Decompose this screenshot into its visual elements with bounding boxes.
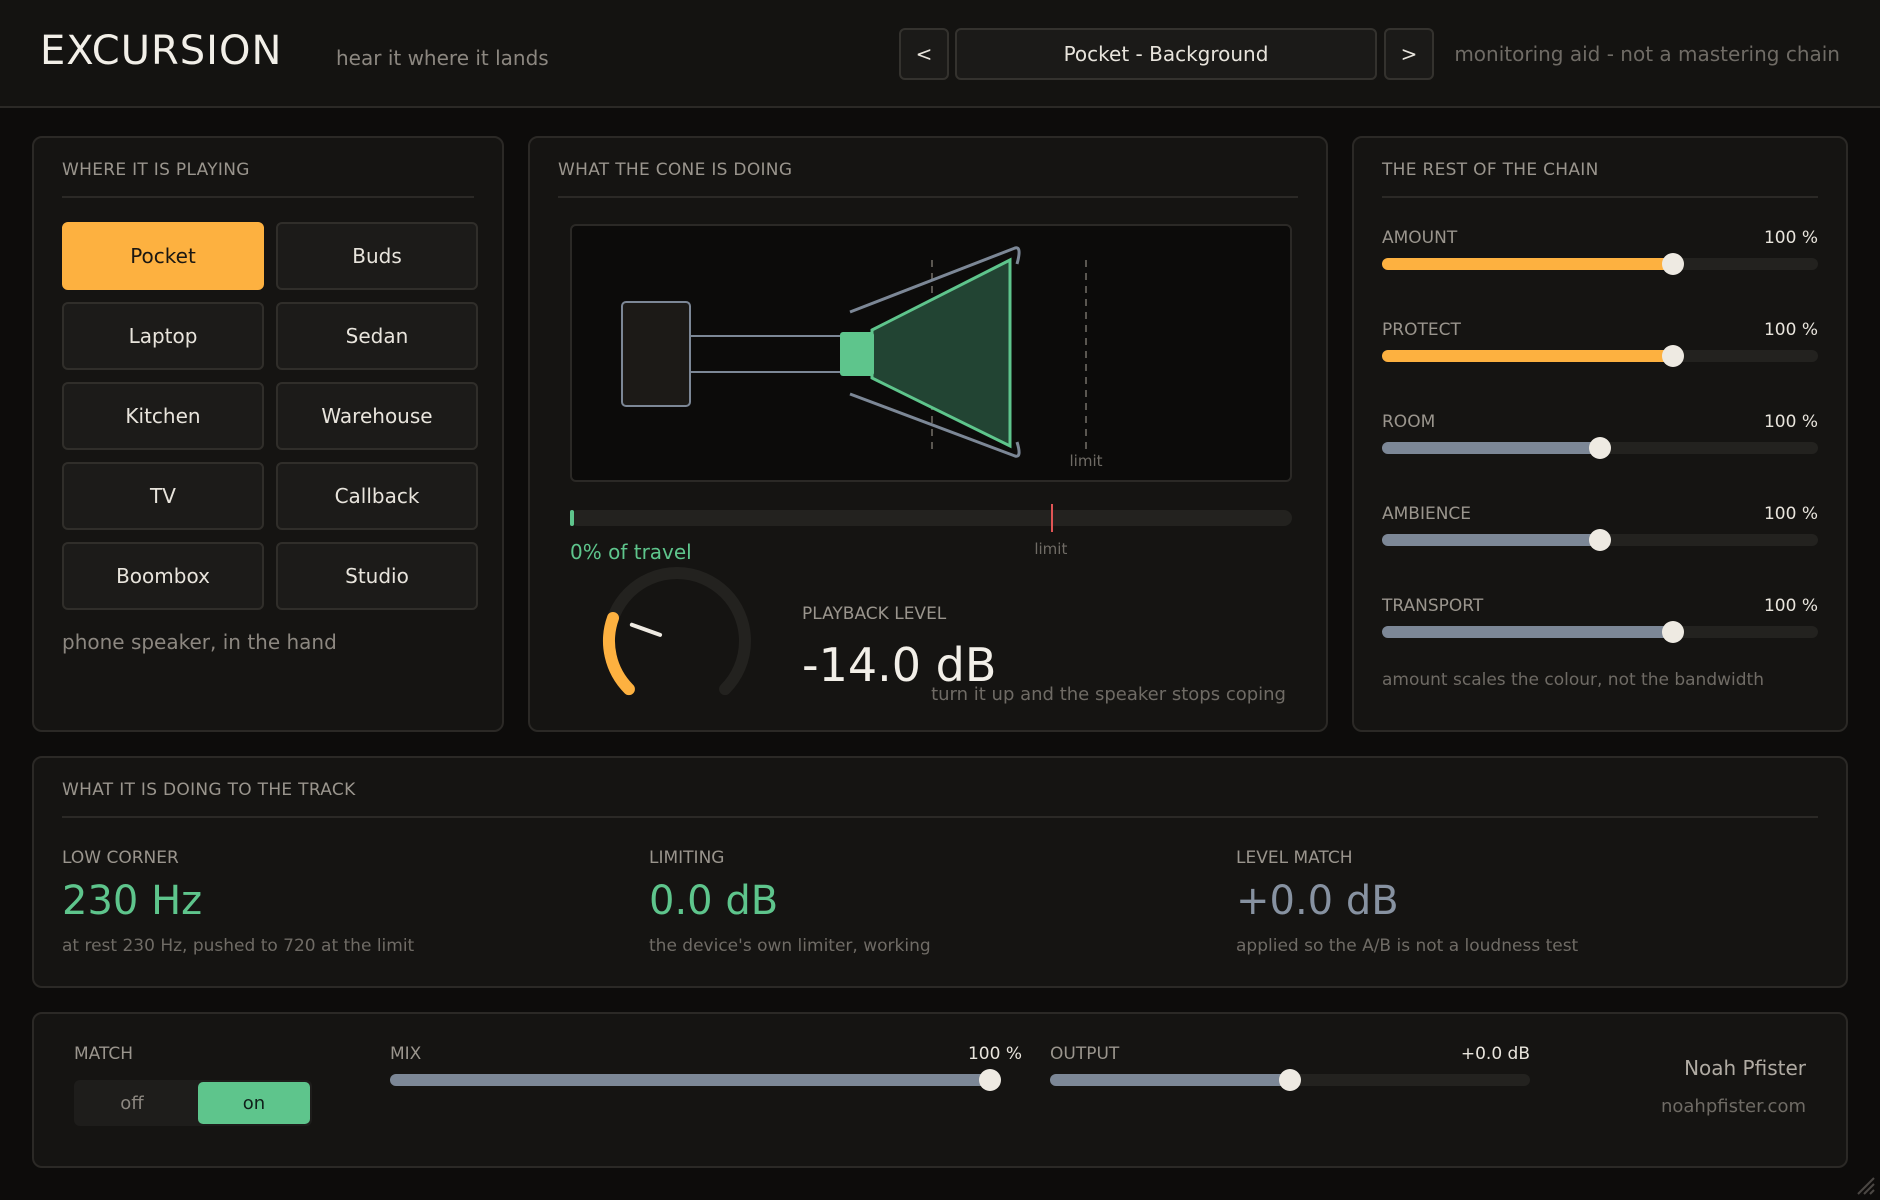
slider-label-amount: AMOUNT: [1382, 228, 1458, 248]
header-note: monitoring aid - not a mastering chain: [1454, 42, 1840, 66]
device-button-sedan[interactable]: Sedan: [276, 302, 478, 370]
cone-panel: WHAT THE CONE IS DOING limit 0% of trave…: [528, 136, 1328, 732]
divider: [62, 816, 1818, 818]
slider-fill: [1382, 350, 1673, 362]
slider-label-protect: PROTECT: [1382, 320, 1461, 340]
dust-cap: [840, 332, 874, 376]
knob-track: [603, 567, 751, 696]
slider-value-room: 100 %: [1763, 412, 1818, 432]
cone-visualizer: limit: [570, 224, 1292, 482]
stat-value-limiting: 0.0 dB: [649, 878, 779, 924]
device-button-pocket[interactable]: Pocket: [62, 222, 264, 290]
magnet-shape: [621, 301, 691, 407]
output-slider-fill: [1050, 1074, 1290, 1086]
devices-panel: WHERE IT IS PLAYING Pocket Buds Laptop Seda…: [32, 136, 504, 732]
chain-panel-title: THE REST OF THE CHAIN: [1382, 160, 1599, 180]
next-preset-button[interactable]: >: [1384, 28, 1434, 80]
slider-transport[interactable]: [1382, 621, 1818, 643]
track-panel: WHAT IT IS DOING TO THE TRACK LOW CORNER…: [32, 756, 1848, 988]
stat-note-limiting: the device's own limiter, working: [649, 936, 931, 956]
stat-value-low-corner: 230 Hz: [62, 878, 203, 924]
slider-value-protect: 100 %: [1763, 320, 1818, 340]
stat-value-level-match: +0.0 dB: [1236, 878, 1399, 924]
output-slider[interactable]: [1050, 1069, 1530, 1091]
speaker-cone-diagram: limit: [621, 246, 1103, 470]
app-tagline: hear it where it lands: [336, 46, 549, 70]
slider-protect[interactable]: [1382, 345, 1818, 367]
device-button-warehouse[interactable]: Warehouse: [276, 382, 478, 450]
playback-level-knob[interactable]: [592, 556, 762, 706]
playback-level-label: PLAYBACK LEVEL: [802, 604, 947, 624]
track-panel-title: WHAT IT IS DOING TO THE TRACK: [62, 780, 356, 800]
travel-fill: [570, 510, 574, 526]
slider-value-amount: 100 %: [1763, 228, 1818, 248]
divider: [62, 196, 474, 198]
output-label: OUTPUT: [1050, 1044, 1120, 1064]
match-label: MATCH: [74, 1044, 134, 1064]
stat-note-level-match: applied so the A/B is not a loudness tes…: [1236, 936, 1579, 956]
output-value: +0.0 dB: [1460, 1044, 1530, 1064]
app-title: EXCURSION: [40, 28, 283, 74]
slider-thumb[interactable]: [1661, 345, 1684, 367]
device-description: phone speaker, in the hand: [62, 630, 337, 654]
header-bar: EXCURSION hear it where it lands < Pocke…: [0, 0, 1880, 108]
slider-value-transport: 100 %: [1763, 596, 1818, 616]
slider-fill: [1382, 534, 1600, 546]
devices-panel-title: WHERE IT IS PLAYING: [62, 160, 250, 180]
playback-level-note: turn it up and the speaker stops coping: [931, 684, 1286, 705]
slider-thumb[interactable]: [1661, 621, 1684, 643]
mix-slider-fill: [390, 1074, 990, 1086]
stat-label-limiting: LIMITING: [649, 848, 725, 868]
cone-panel-title: WHAT THE CONE IS DOING: [558, 160, 793, 180]
knob-pointer: [629, 622, 663, 637]
chain-note: amount scales the colour, not the bandwi…: [1382, 670, 1764, 690]
slider-amount[interactable]: [1382, 253, 1818, 275]
divider: [558, 196, 1298, 198]
slider-ambience[interactable]: [1382, 529, 1818, 551]
slider-room[interactable]: [1382, 437, 1818, 459]
stat-note-low-corner: at rest 230 Hz, pushed to 720 at the lim…: [62, 936, 415, 956]
match-on-option[interactable]: on: [198, 1082, 310, 1124]
device-button-buds[interactable]: Buds: [276, 222, 478, 290]
slider-fill: [1382, 626, 1673, 638]
resize-grip-icon[interactable]: [1852, 1172, 1876, 1196]
mix-slider[interactable]: [390, 1069, 1001, 1091]
prev-preset-button[interactable]: <: [899, 28, 949, 80]
preset-selector[interactable]: Pocket - Background: [955, 28, 1377, 80]
slider-label-room: ROOM: [1382, 412, 1436, 432]
device-button-studio[interactable]: Studio: [276, 542, 478, 610]
device-button-callback[interactable]: Callback: [276, 462, 478, 530]
mix-label: MIX: [390, 1044, 422, 1064]
travel-limit-label: limit: [1034, 540, 1068, 558]
stat-label-level-match: LEVEL MATCH: [1236, 848, 1353, 868]
mix-value: 100 %: [967, 1044, 1022, 1064]
slider-fill: [1382, 258, 1673, 270]
stat-label-low-corner: LOW CORNER: [62, 848, 179, 868]
author-website[interactable]: noahpfister.com: [1661, 1096, 1806, 1117]
slider-fill: [1382, 442, 1600, 454]
travel-limit-marker: [1050, 504, 1053, 532]
mix-slider-thumb[interactable]: [979, 1069, 1001, 1091]
slider-thumb[interactable]: [1661, 253, 1684, 275]
cone-limit-label: limit: [1070, 452, 1103, 470]
device-button-laptop[interactable]: Laptop: [62, 302, 264, 370]
match-off-option[interactable]: off: [76, 1082, 188, 1124]
output-slider-thumb[interactable]: [1279, 1069, 1301, 1091]
match-toggle[interactable]: off on: [74, 1080, 312, 1126]
footer-panel: MATCH off on MIX 100 % OUTPUT +0.0 dB No…: [32, 1012, 1848, 1168]
author-name: Noah Pfister: [1684, 1056, 1806, 1080]
chain-panel: THE REST OF THE CHAIN AMOUNT 100 % PROTECT…: [1352, 136, 1848, 732]
device-button-boombox[interactable]: Boombox: [62, 542, 264, 610]
knob-value-arc: [603, 611, 635, 696]
slider-thumb[interactable]: [1589, 437, 1611, 459]
divider: [1382, 196, 1818, 198]
device-button-kitchen[interactable]: Kitchen: [62, 382, 264, 450]
slider-label-transport: TRANSPORT: [1382, 596, 1484, 616]
cone-shape: [870, 257, 1012, 449]
slider-thumb[interactable]: [1589, 529, 1611, 551]
slider-value-ambience: 100 %: [1763, 504, 1818, 524]
slider-label-ambience: AMBIENCE: [1382, 504, 1472, 524]
travel-meter: [570, 504, 1292, 532]
device-button-tv[interactable]: TV: [62, 462, 264, 530]
